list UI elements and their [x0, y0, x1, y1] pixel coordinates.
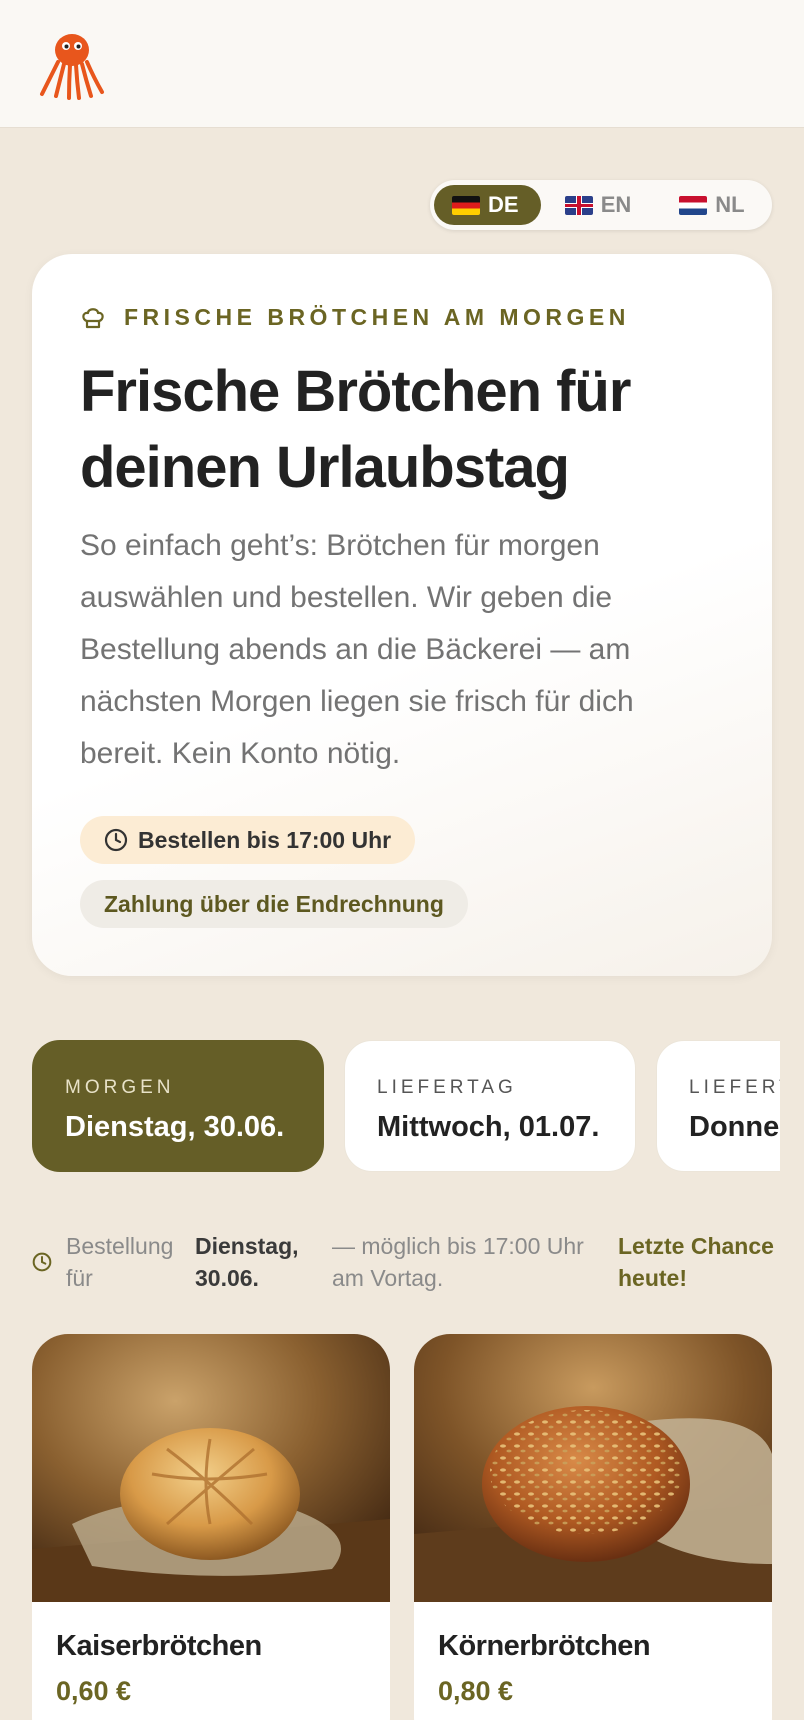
order-notice-prefix: Bestellung für [66, 1233, 174, 1291]
product-name: Körnerbrötchen [438, 1630, 651, 1662]
uk-flag-icon [564, 195, 593, 215]
language-nl-label: NL [715, 192, 745, 217]
date-card-delivery-day[interactable]: LIEFERTAG Donnerstag, 02.07. [656, 1040, 780, 1172]
date-card-value: Donnerstag, 02.07. [689, 1111, 780, 1143]
language-en-button[interactable]: EN [547, 185, 662, 225]
date-card-label: LIEFERTAG [377, 1077, 517, 1098]
koernerbroetchen-image [414, 1334, 772, 1602]
payment-info-text: Zahlung über die Endrechnung [104, 890, 444, 917]
hero-description: So einfach geht’s: Brötchen für morgen a… [80, 529, 634, 770]
product-name: Kaiserbrötchen [56, 1630, 262, 1662]
order-deadline-chip: Bestellen bis 17:00 Uhr [80, 816, 416, 864]
hero-card: FRISCHE BRÖTCHEN AM MORGEN Frische Brötc… [32, 254, 772, 976]
order-notice-date: Dienstag, 30.06. [195, 1233, 299, 1291]
clock-icon [32, 1252, 52, 1272]
netherlands-flag-icon [679, 195, 708, 215]
language-switcher: DE EN NL [430, 180, 772, 230]
order-notice-deadline: — möglich bis 17:00 Uhr am Vortag. [332, 1233, 584, 1291]
language-nl-button[interactable]: NL [661, 185, 768, 225]
date-card-label: LIEFERTAG [689, 1077, 780, 1098]
product-card-kaiserbroetchen[interactable]: Kaiserbrötchen 0,60 € [32, 1334, 390, 1720]
product-price: 0,60 € [56, 1676, 132, 1706]
payment-info-chip: Zahlung über die Endrechnung [80, 880, 468, 928]
order-notice-last-chance: Letzte Chance heute! [618, 1233, 774, 1291]
date-card-value: Mittwoch, 01.07. [377, 1111, 600, 1143]
top-bar [0, 0, 804, 128]
clock-icon [104, 828, 128, 852]
date-card-label: MORGEN [65, 1077, 175, 1098]
hero-eyebrow: FRISCHE BRÖTCHEN AM MORGEN [80, 304, 630, 331]
date-card-delivery-day[interactable]: LIEFERTAG Mittwoch, 01.07. [344, 1040, 636, 1172]
germany-flag-icon [452, 195, 480, 215]
delivery-date-selector: MORGEN Dienstag, 30.06. LIEFERTAG Mittwo… [24, 1030, 780, 1182]
date-card-value: Dienstag, 30.06. [65, 1111, 285, 1143]
language-en-label: EN [600, 192, 632, 217]
hero-eyebrow-text: FRISCHE BRÖTCHEN AM MORGEN [124, 304, 630, 330]
kaiserbroetchen-image [32, 1334, 390, 1602]
product-price: 0,80 € [438, 1676, 514, 1706]
product-card-koernerbroetchen[interactable]: Körnerbrötchen 0,80 € [414, 1334, 772, 1720]
chef-hat-icon [82, 307, 104, 328]
order-notice: Bestellung für Dienstag, 30.06. — möglic… [32, 1230, 774, 1300]
date-card-tomorrow[interactable]: MORGEN Dienstag, 30.06. [32, 1040, 324, 1172]
order-deadline-text: Bestellen bis 17:00 Uhr [138, 826, 392, 853]
language-de-label: DE [488, 192, 519, 217]
octopus-logo-icon[interactable] [36, 30, 108, 100]
hero-title: Frische Brötchen für deinen Urlaubstag [80, 359, 631, 500]
language-de-button[interactable]: DE [434, 185, 541, 225]
